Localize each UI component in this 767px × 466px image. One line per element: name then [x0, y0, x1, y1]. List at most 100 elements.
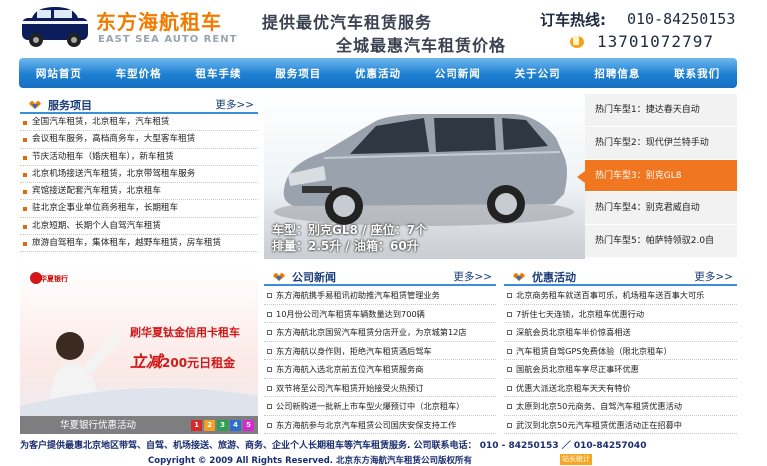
ad-discount-prefix: 立减 [130, 352, 163, 371]
services-list: 全国汽车租赁，北京租车，汽车租赁 会议租车服务，高档商务车，大型客车租赁 节庆活… [20, 114, 258, 253]
list-item[interactable]: 旅游自驾租车，集体租车，越野车租赁，房车租赁 [20, 235, 258, 253]
list-item[interactable]: 东方海航入选北京前五位汽车租赁服务商 [264, 360, 496, 379]
hero-caption-line-2: 排量：2.5升 / 油箱：60升 [272, 239, 419, 253]
ad-discount: 立减200元日租金 [130, 348, 235, 372]
bullet-icon [23, 172, 27, 177]
news-title: 公司新闻 [292, 271, 336, 284]
list-item[interactable]: 驻北京企事业单位商务租车，长期租车 [20, 200, 258, 218]
promos-list: 北京商务租车就送百事可乐，机场租车送百事大可乐 7折住七天连锁，北京租车优惠行动… [504, 286, 737, 434]
list-item[interactable]: 节庆活动租车（婚庆租车），新车租赁 [20, 149, 258, 166]
bullet-icon [507, 348, 512, 354]
ad-page-5[interactable]: 5 [243, 420, 254, 431]
list-item[interactable]: 深航会员北京租车半价惊喜相送 [504, 323, 737, 342]
nav-rental-procedure[interactable]: 租车手续 [179, 66, 259, 81]
logo-car-icon [22, 7, 88, 47]
hot-car-tab-3[interactable]: 热门车型3：别克GL8 [577, 159, 737, 193]
list-item[interactable]: 宾馆接送配套汽车租赁，北京租车 [20, 183, 258, 201]
footer-copyright: Copyright © 2009 All Rights Reserved. 北京… [148, 456, 472, 466]
bullet-icon [267, 293, 272, 298]
bird-icon [513, 273, 525, 281]
slogan-line-2: 全城最惠汽车租赁价格 [336, 36, 507, 55]
ad-pager: 1 2 3 4 5 [191, 420, 254, 431]
list-item[interactable]: 会议租车服务，高档商务车，大型客车租赁 [20, 131, 258, 149]
promos-more-link[interactable]: 更多>> [694, 269, 733, 284]
list-item[interactable]: 北京机场接送汽车租赁，北京带驾租车服务 [20, 166, 258, 184]
bullet-icon [23, 155, 27, 160]
ad-headline: 刷华夏钛金信用卡租车 [130, 326, 240, 339]
ad-page-4[interactable]: 4 [230, 420, 241, 431]
bullet-icon [267, 348, 272, 354]
bullet-icon [23, 207, 27, 212]
nav-jobs[interactable]: 招聘信息 [577, 66, 657, 81]
list-item[interactable]: 10月份公司汽车租赁车辆数量达到700辆 [264, 305, 496, 323]
list-item[interactable]: 太原到北京50元商务、自驾汽车租赁优惠活动 [504, 397, 737, 416]
bullet-icon [507, 311, 512, 317]
ad-caption: 华夏银行优惠活动 [60, 420, 137, 431]
ad-page-2[interactable]: 2 [204, 420, 215, 431]
bullet-icon [507, 367, 512, 372]
bullet-icon [507, 422, 512, 428]
bullet-icon [23, 242, 27, 247]
services-panel: 服务项目 更多>> 全国汽车租赁，北京租车，汽车租赁 会议租车服务，高档商务车，… [20, 94, 258, 260]
hero-car-image[interactable]: 车型：别克GL8 / 座位：7个 排量：2.5升 / 油箱：60升 [264, 94, 585, 259]
nav-services[interactable]: 服务项目 [258, 66, 338, 81]
ad-bank-name: 华夏银行 [40, 275, 68, 283]
nav-home[interactable]: 网站首页 [19, 66, 99, 81]
list-item[interactable]: 公司新购进一批新上市车型火爆预订中（北京租车） [264, 397, 496, 416]
hot-car-tab-4[interactable]: 热门车型4：别克君威自动 [585, 192, 737, 226]
bullet-icon [267, 422, 272, 428]
bird-icon [29, 101, 41, 109]
list-item[interactable]: 东方海航以身作则，拒绝汽车租赁酒后驾车 [264, 342, 496, 360]
mobile-number: 13701072797 [597, 32, 714, 51]
bullet-icon [507, 385, 512, 391]
hero-caption-line-1: 车型：别克GL8 / 座位：7个 [272, 223, 427, 237]
list-item[interactable]: 国航会员北京租车享尽正事环优惠 [504, 360, 737, 379]
bullet-icon [507, 293, 512, 298]
services-header: 服务项目 更多>> [20, 94, 258, 114]
logo-english-text: EAST SEA AUTO RENT [98, 34, 238, 45]
list-item[interactable]: 优惠大派送北京租车天天有特价 [504, 379, 737, 397]
bullet-icon [267, 330, 272, 335]
nav-about[interactable]: 关于公司 [498, 66, 578, 81]
list-item[interactable]: 武汉到北京50元汽车租赁优惠活动正在招募中 [504, 416, 737, 434]
list-item[interactable]: 东方海航参与北京汽车租赁公司国庆安保支持工作 [264, 416, 496, 434]
list-item[interactable]: 北京商务租车就送百事可乐，机场租车送百事大可乐 [504, 286, 737, 305]
list-item[interactable]: 全国汽车租赁，北京租车，汽车租赁 [20, 114, 258, 132]
nav-promotions[interactable]: 优惠活动 [338, 66, 418, 81]
bullet-icon [23, 224, 27, 229]
site-header: 东方海航租车 EAST SEA AUTO RENT 提供最优汽车租赁服务 全城最… [0, 0, 767, 56]
ad-page-1[interactable]: 1 [191, 420, 202, 431]
hot-cars-tabs: 热门车型1：捷达春天自动 热门车型2：现代伊兰特手动 热门车型3：别克GL8 热… [577, 94, 737, 258]
nav-company-news[interactable]: 公司新闻 [418, 66, 498, 81]
nav-contact[interactable]: 联系我们 [657, 66, 737, 81]
list-item[interactable]: 双节将至公司汽车租赁开始接受火热预订 [264, 379, 496, 397]
list-item[interactable]: 汽车租赁自驾GPS免费体验（限北京租车） [504, 342, 737, 360]
services-title: 服务项目 [48, 99, 92, 112]
bank-promo-banner[interactable]: 华夏银行 刷华夏钛金信用卡租车 立减200元日租金 华夏银行优惠活动 1 2 3… [20, 266, 258, 434]
list-item[interactable]: 7折住七天连锁，北京租车优惠行动 [504, 305, 737, 323]
logo-text[interactable]: 东方海航租车 [96, 6, 222, 35]
list-item[interactable]: 北京短期、长期个人自驾汽车租赁 [20, 218, 258, 236]
list-item[interactable]: 东方海航北京国贸汽车租赁分店开业，为京城第12店 [264, 323, 496, 342]
hotline-label: 订车热线: [540, 11, 606, 29]
promos-header: 优惠活动 更多>> [504, 266, 737, 286]
footer-services-text: 为客户提供最惠北京地区带驾、自驾、机场接送、旅游、商务、企业个人长期租车等汽车租… [20, 441, 647, 451]
nav-car-prices[interactable]: 车型价格 [99, 66, 179, 81]
news-more-link[interactable]: 更多>> [453, 269, 492, 284]
ad-page-3[interactable]: 3 [217, 420, 228, 431]
ad-discount-amount: 200元日租金 [162, 356, 236, 370]
hot-car-tab-2[interactable]: 热门车型2：现代伊兰特手动 [585, 127, 737, 160]
bullet-icon [23, 121, 27, 125]
bullet-icon [267, 311, 272, 317]
bird-icon [273, 273, 285, 281]
main-nav: 网站首页 车型价格 租车手续 服务项目 优惠活动 公司新闻 关于公司 招聘信息 … [19, 58, 737, 88]
hot-car-tab-5[interactable]: 热门车型5：帕萨特领驭2.0自 [585, 225, 737, 258]
stats-badge[interactable]: 站长统计 [560, 454, 592, 465]
phone-icon [570, 36, 584, 48]
hotline-number: 010-84250153 [627, 10, 736, 28]
slogan-line-1: 提供最优汽车租赁服务 [262, 13, 433, 32]
services-more-link[interactable]: 更多>> [215, 97, 254, 112]
hot-car-tab-1[interactable]: 热门车型1：捷达春天自动 [585, 94, 737, 127]
list-item[interactable]: 东方海航携手易租讯初助推汽车租赁管理业务 [264, 286, 496, 305]
bullet-icon [23, 190, 27, 195]
